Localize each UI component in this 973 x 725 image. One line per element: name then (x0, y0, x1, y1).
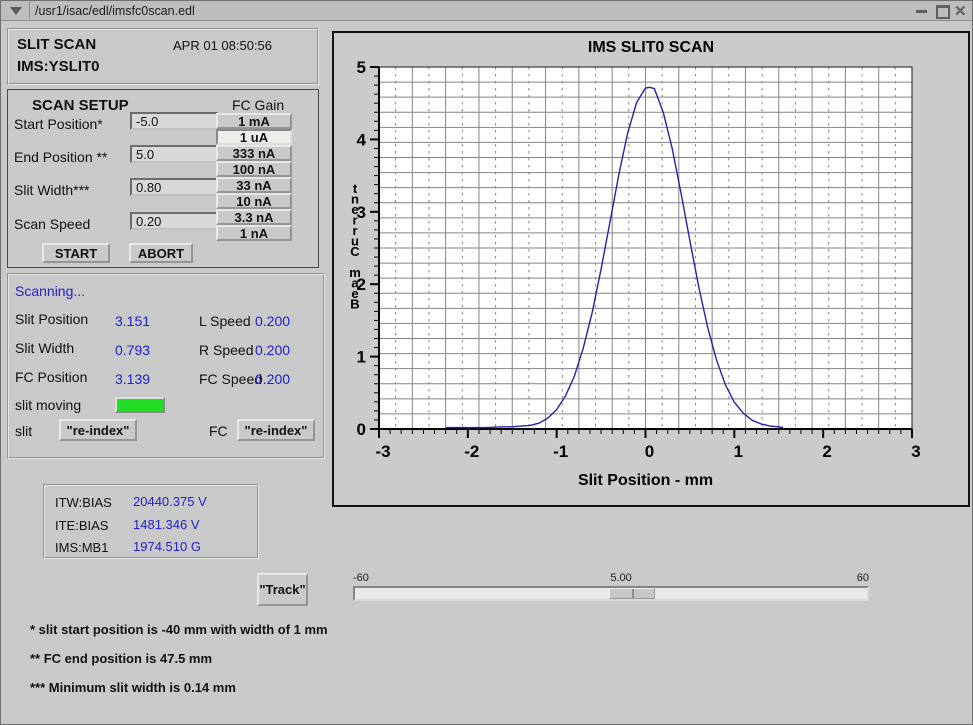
slider-value-label: 5.00 (610, 572, 631, 584)
l-speed-value: 0.200 (255, 313, 290, 329)
start-position-label: Start Position* (14, 116, 103, 132)
scan-setup-title: SCAN SETUP (32, 97, 129, 114)
fc-gain-label: FC Gain (232, 97, 284, 113)
page-title: SLIT SCAN (17, 36, 96, 53)
minimize-icon (916, 10, 927, 13)
device-name: IMS:YSLIT0 (17, 58, 100, 75)
fc-gain-option-10na[interactable]: 10 nA (216, 193, 292, 209)
svg-text:-1: -1 (553, 442, 568, 461)
bias-panel: ITW:BIAS 20440.375 V ITE:BIAS 1481.346 V… (43, 484, 259, 559)
svg-text:-3: -3 (375, 442, 390, 461)
r-speed-label: R Speed (199, 342, 253, 358)
slit-reindex-button[interactable]: "re-index" (59, 419, 137, 441)
svg-text:3: 3 (911, 442, 920, 461)
scan-speed-label: Scan Speed (14, 216, 90, 232)
svg-text:0: 0 (357, 420, 366, 439)
end-position-input[interactable] (130, 145, 218, 163)
scan-setup-panel: SCAN SETUP FC Gain Start Position* End P… (7, 89, 319, 268)
slit-position-value: 3.151 (115, 313, 150, 329)
svg-text:C: C (350, 244, 360, 259)
fc-label: FC (209, 423, 228, 439)
slider-thumb-grip (632, 589, 634, 598)
window-menu-button[interactable] (3, 2, 30, 19)
end-position-label: End Position ** (14, 149, 107, 165)
fc-position-slider[interactable] (353, 586, 869, 601)
slit-width-status-value: 0.793 (115, 342, 150, 358)
close-icon: ✕ (954, 2, 967, 20)
itw-bias-value: 20440.375 V (133, 494, 207, 509)
fc-position-value: 3.139 (115, 371, 150, 387)
scan-plot: 012345-3-2-10123Slit Position - mmtnerru… (334, 33, 968, 505)
start-position-input[interactable] (130, 112, 218, 130)
slit-moving-indicator (115, 397, 165, 413)
chevron-down-icon (10, 7, 22, 15)
slit-position-label: Slit Position (15, 311, 88, 327)
header-panel: SLIT SCAN IMS:YSLIT0 APR 01 08:50:56 (7, 28, 319, 85)
window-titlebar: /usr1/isac/edl/imsfc0scan.edl ✕ (1, 1, 973, 21)
ims-mb1-value: 1974.510 G (133, 539, 201, 554)
svg-text:0: 0 (645, 442, 654, 461)
scan-speed-input[interactable] (130, 212, 218, 230)
slit-width-label: Slit Width*** (14, 182, 89, 198)
slider-max-label: 60 (841, 572, 869, 584)
ite-bias-value: 1481.346 V (133, 517, 200, 532)
footnote-2: ** FC end position is 47.5 mm (30, 651, 212, 666)
svg-text:Slit Position - mm: Slit Position - mm (578, 472, 713, 489)
fc-gain-option-3.3na[interactable]: 3.3 nA (216, 209, 292, 225)
svg-text:4: 4 (357, 130, 367, 149)
fc-gain-option-1ua[interactable]: 1 uA (216, 129, 292, 145)
track-button[interactable]: "Track" (257, 573, 308, 606)
slit-width-status-label: Slit Width (15, 340, 74, 356)
fc-gain-option-1na[interactable]: 1 nA (216, 225, 292, 241)
ims-mb1-label: IMS:MB1 (55, 540, 108, 555)
slit-width-input[interactable] (130, 178, 218, 196)
fc-speed-value: 0.200 (255, 371, 290, 387)
scan-status-panel: Scanning... Slit Position 3.151 L Speed … (7, 273, 325, 459)
maximize-icon (936, 5, 950, 19)
start-button[interactable]: START (42, 243, 110, 263)
svg-text:-2: -2 (464, 442, 479, 461)
fc-reindex-button[interactable]: "re-index" (237, 419, 315, 441)
fc-gain-option-33na[interactable]: 33 nA (216, 177, 292, 193)
maximize-button[interactable] (934, 4, 950, 17)
itw-bias-label: ITW:BIAS (55, 495, 112, 510)
footnote-3: *** Minimum slit width is 0.14 mm (30, 680, 236, 695)
r-speed-value: 0.200 (255, 342, 290, 358)
fc-speed-label: FC Speed (199, 371, 262, 387)
svg-text:1: 1 (734, 442, 743, 461)
l-speed-label: L Speed (199, 313, 251, 329)
fc-position-label: FC Position (15, 369, 87, 385)
scan-state-text: Scanning... (15, 283, 85, 299)
slider-thumb[interactable] (609, 588, 655, 599)
svg-text:1: 1 (357, 348, 366, 367)
window-title: /usr1/isac/edl/imsfc0scan.edl (35, 1, 195, 21)
fc-gain-option-333na[interactable]: 333 nA (216, 145, 292, 161)
abort-button[interactable]: ABORT (129, 243, 193, 263)
svg-text:5: 5 (357, 58, 366, 77)
slider-min-label: -60 (353, 572, 369, 584)
close-button[interactable]: ✕ (954, 4, 970, 17)
slit-moving-label: slit moving (15, 397, 81, 413)
timestamp: APR 01 08:50:56 (173, 38, 272, 53)
slit-label: slit (15, 423, 32, 439)
fc-gain-option-100na[interactable]: 100 nA (216, 161, 292, 177)
svg-text:2: 2 (822, 442, 831, 461)
app-window: /usr1/isac/edl/imsfc0scan.edl ✕ SLIT SCA… (0, 0, 973, 725)
chart-frame: IMS SLIT0 SCAN 012345-3-2-10123Slit Posi… (332, 31, 970, 507)
fc-gain-option-1ma[interactable]: 1 mA (216, 113, 292, 129)
ite-bias-label: ITE:BIAS (55, 518, 108, 533)
minimize-button[interactable] (914, 4, 930, 17)
footnote-1: * slit start position is -40 mm with wid… (30, 622, 328, 637)
svg-text:B: B (350, 297, 359, 312)
